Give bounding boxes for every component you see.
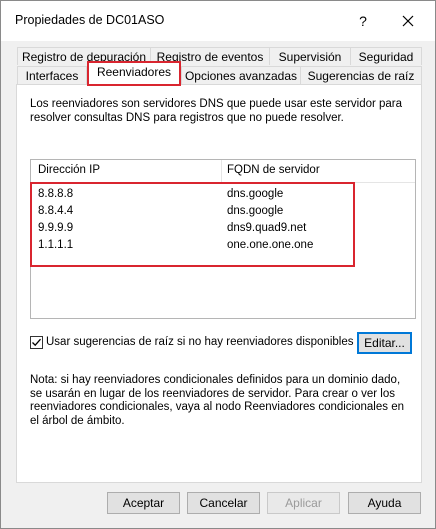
forwarder-fqdn: dns.google (227, 188, 284, 200)
forwarder-row[interactable]: 1.1.1.1 one.one.one.one (31, 238, 415, 255)
column-header-fqdn[interactable]: FQDN de servidor (227, 164, 320, 176)
list-header: Dirección IP FQDN de servidor (31, 160, 415, 183)
column-separator[interactable] (221, 160, 222, 182)
forwarders-description: Los reenviadores son servidores DNS que … (30, 98, 403, 124)
properties-dialog: Propiedades de DC01ASO ? Registro de dep… (0, 0, 436, 529)
title-bar[interactable]: Propiedades de DC01ASO ? (1, 1, 435, 41)
forwarder-ip: 1.1.1.1 (38, 239, 74, 251)
apply-button[interactable]: Aplicar (267, 492, 340, 514)
forwarder-ip: 9.9.9.9 (38, 222, 74, 234)
forwarder-fqdn: one.one.one.one (227, 239, 314, 251)
close-icon[interactable] (397, 9, 419, 33)
forwarder-row[interactable]: 8.8.8.8 dns.google (31, 187, 415, 204)
edit-button[interactable]: Editar... (357, 332, 412, 354)
forwarder-fqdn: dns9.quad9.net (227, 222, 307, 234)
use-root-hints-label[interactable]: Usar sugerencias de raíz si no hay reenv… (46, 336, 353, 348)
window-title: Propiedades de DC01ASO (15, 13, 165, 27)
forwarders-list[interactable]: Dirección IP FQDN de servidor 8.8.8.8 dn… (30, 159, 416, 319)
tab-root-hints[interactable]: Sugerencias de raíz (300, 66, 422, 84)
cancel-button[interactable]: Cancelar (187, 492, 260, 514)
forwarder-fqdn: dns.google (227, 205, 284, 217)
accept-button[interactable]: Aceptar (107, 492, 180, 514)
use-root-hints-checkbox[interactable] (30, 336, 43, 349)
tab-monitoring[interactable]: Supervisión (269, 47, 351, 65)
forwarders-panel: Los reenviadores son servidores DNS que … (16, 84, 422, 483)
tab-forwarders[interactable]: Reenviadores (87, 62, 181, 84)
tab-interfaces[interactable]: Interfaces (17, 66, 87, 84)
help-button[interactable]: Ayuda (348, 492, 421, 514)
forwarder-ip: 8.8.8.8 (38, 188, 74, 200)
tab-security[interactable]: Seguridad (350, 47, 422, 65)
column-header-ip[interactable]: Dirección IP (38, 164, 100, 176)
forwarder-row[interactable]: 8.8.4.4 dns.google (31, 204, 415, 221)
tab-advanced-options[interactable]: Opciones avanzadas (181, 66, 301, 84)
forwarder-row[interactable]: 9.9.9.9 dns9.quad9.net (31, 221, 415, 238)
forwarder-ip: 8.8.4.4 (38, 205, 74, 217)
conditional-forwarders-note: Nota: si hay reenviadores condicionales … (30, 374, 404, 427)
help-icon[interactable]: ? (353, 11, 373, 31)
